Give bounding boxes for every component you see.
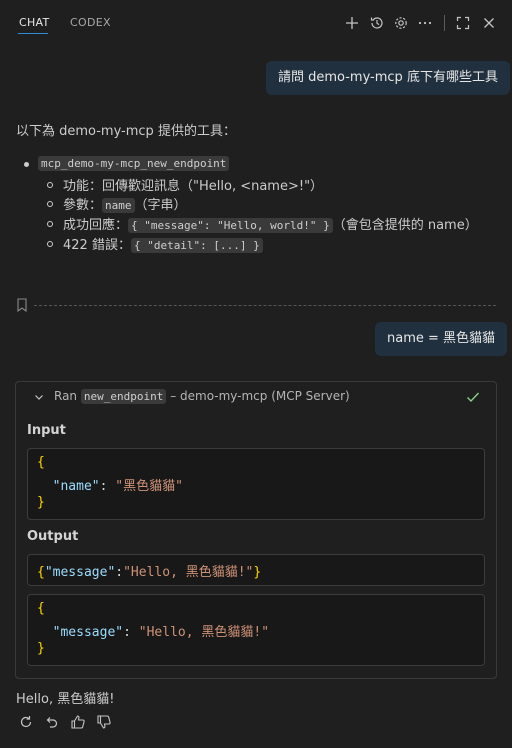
active-tab-indicator [18, 33, 48, 34]
json-key: "message" [52, 625, 124, 640]
bookmark-icon[interactable] [16, 298, 28, 313]
sub-bullet [47, 201, 53, 207]
detail-text: 回傳歡迎訊息（"Hello, <name>!"） [102, 179, 324, 194]
input-label: Input [27, 423, 66, 438]
sub-bullet [47, 241, 53, 247]
thumbs-up-icon[interactable] [69, 713, 87, 731]
output-code-block[interactable]: { "message": "Hello, 黑色貓貓!" } [27, 594, 485, 666]
detail-label: 成功回應： [63, 218, 129, 233]
json-brace: } [37, 641, 45, 656]
undo-icon[interactable] [43, 713, 61, 731]
detail-label: 功能： [63, 179, 103, 194]
detail-function: 功能：回傳歡迎訊息（"Hello, <name>!"） [63, 175, 323, 194]
more-icon[interactable] [416, 14, 434, 32]
sub-bullet [47, 221, 53, 227]
list-bullet [24, 162, 29, 167]
assistant-intro: 以下為 demo-my-mcp 提供的工具： [16, 124, 236, 139]
detail-label: 422 錯誤： [63, 238, 131, 253]
error-code: { "detail": [...] } [130, 238, 263, 253]
output-raw-block[interactable]: {"message":"Hello, 黑色貓貓!"} [27, 554, 485, 586]
input-code-block[interactable]: { "name": "黑色貓貓" } [27, 448, 485, 520]
success-code: { "message": "Hello, world!" } [128, 218, 333, 233]
detail-params: 參數： name （字串） [63, 194, 187, 213]
tool-call-title[interactable]: Ran new_endpoint – demo-my-mcp (MCP Serv… [54, 389, 350, 404]
detail-error: 422 錯誤：{ "detail": [...] } [63, 234, 263, 253]
json-brace: } [37, 495, 45, 510]
detail-label: 參數： [63, 198, 103, 213]
json-key: "message" [44, 565, 116, 580]
user-message: 請問 demo-my-mcp 底下有哪些工具 [266, 61, 510, 95]
json-key: "name" [52, 479, 100, 494]
sub-bullet [47, 182, 53, 188]
retry-icon[interactable] [17, 713, 35, 731]
tool-list-item: mcp_demo-my-mcp_new_endpoint [38, 156, 230, 171]
tab-chat[interactable]: CHAT [19, 16, 50, 29]
json-value: "Hello, 黑色貓貓!" [123, 565, 254, 580]
check-icon [465, 389, 481, 405]
assistant-response: Hello, 黑色貓貓! [16, 692, 115, 707]
close-icon[interactable] [480, 14, 498, 32]
maximize-icon[interactable] [454, 14, 472, 32]
json-brace: { [37, 455, 45, 470]
output-label: Output [27, 529, 79, 544]
server-label: – demo-my-mcp (MCP Server) [170, 389, 350, 403]
history-icon[interactable] [368, 14, 386, 32]
param-code: name [102, 198, 135, 213]
header-divider [444, 15, 445, 31]
chevron-down-icon[interactable] [33, 391, 45, 403]
thumbs-down-icon[interactable] [95, 713, 113, 731]
user-message: name = 黑色貓貓 [375, 322, 508, 356]
json-value: "黑色貓貓" [115, 479, 183, 494]
detail-suffix: （會包含提供的 name） [332, 218, 478, 233]
json-value: "Hello, 黑色貓貓!" [138, 625, 270, 640]
detail-suffix: （字串） [134, 198, 187, 213]
endpoint-code: new_endpoint [80, 389, 167, 404]
tool-name-code: mcp_demo-my-mcp_new_endpoint [38, 156, 230, 171]
plus-icon[interactable] [343, 14, 361, 32]
ran-label: Ran [54, 389, 78, 403]
json-brace: { [37, 601, 45, 616]
gear-icon[interactable] [392, 14, 410, 32]
detail-success: 成功回應：{ "message": "Hello, world!" } （會包含提… [63, 214, 478, 233]
tab-codex[interactable]: CODEX [70, 16, 111, 29]
chat-header: CHAT CODEX [0, 0, 512, 46]
checkpoint-divider [34, 305, 496, 306]
